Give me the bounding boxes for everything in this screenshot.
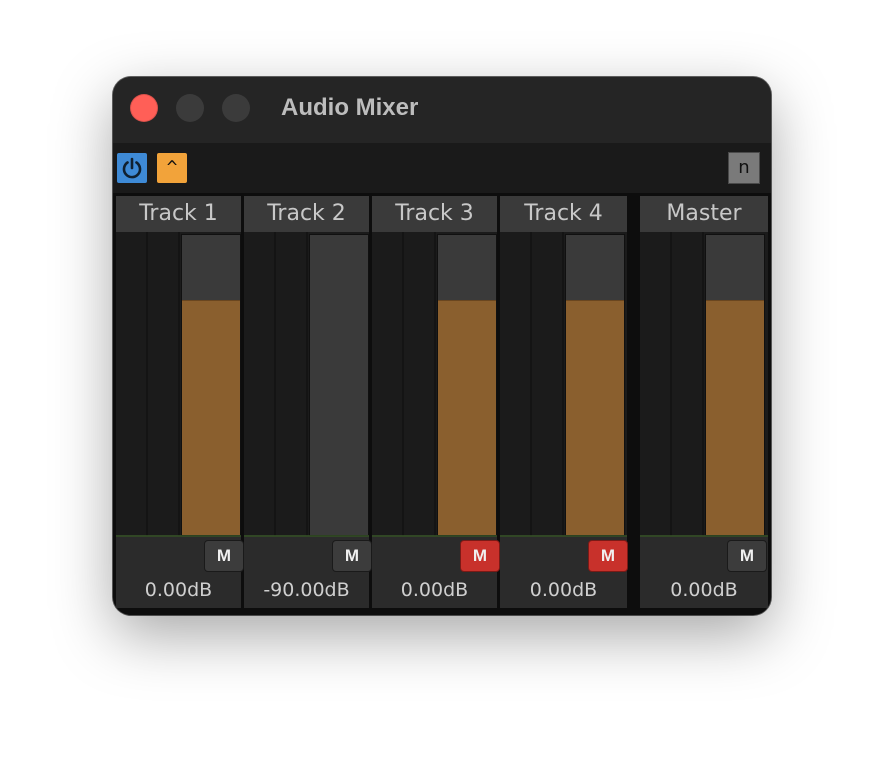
- level-meter-right: [276, 232, 308, 536]
- level-meter-right: [532, 232, 564, 536]
- strip-label: Track 1: [116, 196, 241, 232]
- mute-button[interactable]: M: [727, 540, 767, 572]
- mute-button[interactable]: M: [460, 540, 500, 572]
- strip-label: Track 3: [372, 196, 497, 232]
- volume-fader[interactable]: [437, 234, 497, 536]
- close-window-button[interactable]: [130, 94, 158, 122]
- gain-readout: 0.00dB: [670, 579, 738, 601]
- strip-label: Track 2: [244, 196, 369, 232]
- mute-button[interactable]: M: [204, 540, 244, 572]
- level-meter-right: [672, 232, 704, 536]
- caret-button[interactable]: ^: [157, 153, 187, 183]
- mixer-area: Track 1 M 0.00dB Track 2 M -90.00dB Trac…: [113, 193, 771, 615]
- level-meter-left: [244, 232, 276, 536]
- level-meter-left: [372, 232, 404, 536]
- strip-label: Track 4: [500, 196, 627, 232]
- level-meter-left: [640, 232, 672, 536]
- gain-readout: -90.00dB: [263, 579, 350, 601]
- volume-fader[interactable]: [565, 234, 625, 536]
- gain-readout: 0.00dB: [529, 579, 598, 601]
- gain-readout: 0.00dB: [144, 579, 213, 601]
- channel-strip-track-2: Track 2 M -90.00dB: [244, 196, 372, 608]
- channel-strip-track-4: Track 4 M 0.00dB: [500, 196, 628, 608]
- strip-label: Master: [640, 196, 768, 232]
- maximize-window-button[interactable]: [222, 94, 250, 122]
- minimize-window-button[interactable]: [176, 94, 204, 122]
- mute-button[interactable]: M: [332, 540, 372, 572]
- volume-fader[interactable]: [705, 234, 765, 536]
- gain-readout: 0.00dB: [400, 579, 469, 601]
- n-button[interactable]: n: [728, 152, 760, 184]
- window-title: Audio Mixer: [281, 94, 419, 121]
- volume-fader[interactable]: [309, 234, 369, 536]
- fader-fill: [438, 300, 496, 535]
- level-meter-left: [116, 232, 148, 536]
- channel-strip-track-1: Track 1 M 0.00dB: [116, 196, 244, 608]
- level-meter-right: [148, 232, 180, 536]
- strip-controls: M 0.00dB: [500, 537, 628, 608]
- power-icon: [122, 157, 142, 179]
- strip-controls: M -90.00dB: [244, 537, 372, 608]
- fader-fill: [566, 300, 624, 535]
- strip-controls: M 0.00dB: [372, 537, 500, 608]
- fader-fill: [182, 300, 240, 535]
- audio-mixer-window: Audio Mixer ^ n Track 1 M 0.00dB Track 2…: [113, 77, 771, 615]
- toolbar: ^ n: [113, 143, 771, 193]
- volume-fader[interactable]: [181, 234, 241, 536]
- channel-strip-master: Master M 0.00dB: [640, 196, 768, 608]
- power-button[interactable]: [117, 153, 147, 183]
- title-bar: Audio Mixer: [113, 77, 771, 143]
- strip-controls: M 0.00dB: [640, 537, 768, 608]
- level-meter-right: [404, 232, 436, 536]
- mute-button[interactable]: M: [588, 540, 628, 572]
- fader-fill: [706, 300, 764, 535]
- level-meter-left: [500, 232, 532, 536]
- strip-controls: M 0.00dB: [116, 537, 244, 608]
- channel-strip-track-3: Track 3 M 0.00dB: [372, 196, 500, 608]
